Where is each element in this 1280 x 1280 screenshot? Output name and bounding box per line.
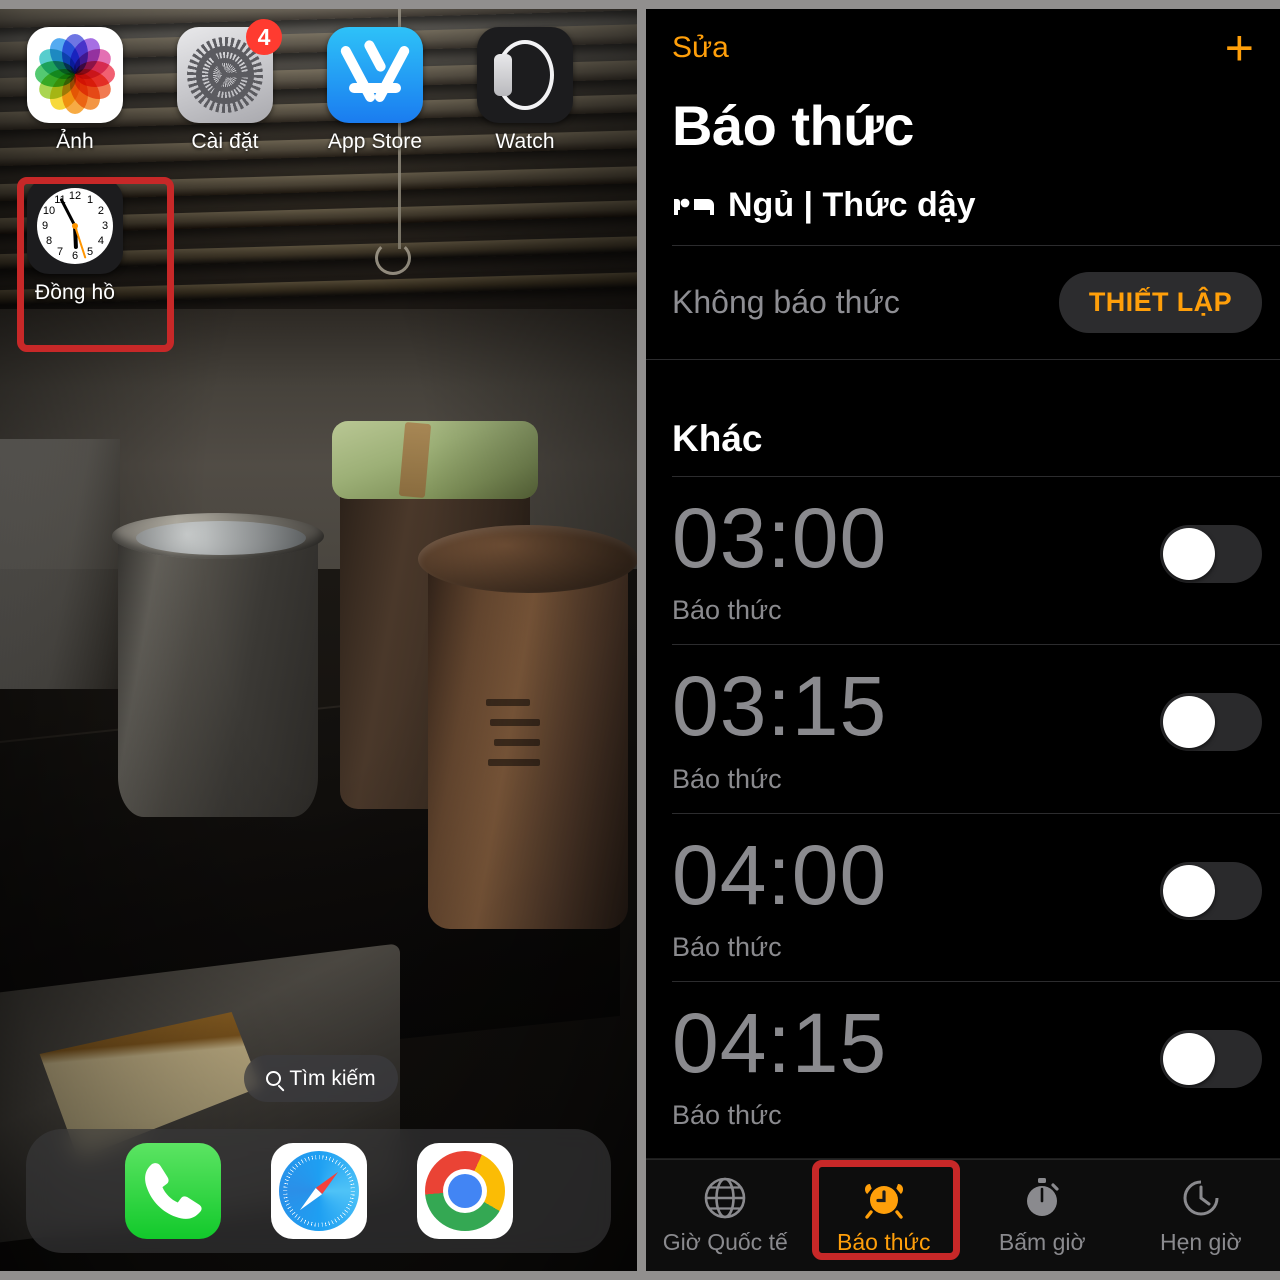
tab-bar: Giờ Quốc tế Báo thức Bấm giờ Hẹn giờ (646, 1159, 1280, 1271)
alarm-label: Báo thức (672, 1100, 782, 1131)
navigation-bar: Sửa + (646, 9, 1280, 87)
tab-label: Báo thức (837, 1229, 931, 1255)
tab-stopwatch[interactable]: Bấm giờ (963, 1160, 1122, 1271)
alarm-label: Báo thức (672, 763, 782, 794)
clock-numeral: 2 (97, 205, 105, 217)
app-label: Watch (495, 130, 555, 153)
clock-numeral: 6 (71, 250, 79, 262)
app-photos[interactable]: Ảnh (0, 27, 150, 154)
section-heading-other: Khác (672, 418, 763, 459)
watch-icon (477, 27, 573, 123)
photos-icon (27, 27, 123, 123)
clock-numeral: 9 (41, 220, 49, 232)
toggle-knob (1163, 1032, 1215, 1085)
tab-world-clock[interactable]: Giờ Quốc tế (646, 1160, 805, 1271)
safari-compass-icon[interactable] (270, 1143, 367, 1239)
app-settings[interactable]: 4 Cài đặt (150, 19, 300, 154)
chrome-icon[interactable] (416, 1143, 513, 1239)
bed-icon (672, 191, 716, 221)
sleep-wake-header: Ngủ | Thức dậy (646, 172, 1280, 245)
edit-button[interactable]: Sửa (672, 31, 729, 65)
alarm-row[interactable]: 03:15 Báo thức (646, 645, 1280, 812)
app-app-store[interactable]: App Store (300, 27, 450, 154)
search-pill[interactable]: Tìm kiếm (244, 1055, 398, 1102)
clock-numeral: 4 (97, 235, 105, 247)
clock-app-alarm-screen: Sửa + Báo thức Ngủ | Thức dậy Không báo … (646, 9, 1280, 1271)
clock-icon: 1 2 3 4 5 6 7 8 9 10 11 12 (27, 178, 123, 274)
search-icon (266, 1071, 282, 1086)
alarm-clock-icon (861, 1175, 907, 1221)
dock (26, 1129, 611, 1253)
gear-spoke (225, 72, 251, 78)
app-label: App Store (327, 130, 423, 153)
tab-timer[interactable]: Hẹn giờ (1122, 1160, 1280, 1271)
alarm-label: Báo thức (672, 931, 782, 962)
alarm-toggle[interactable] (1160, 525, 1262, 583)
stopwatch-icon (1019, 1175, 1065, 1221)
app-watch[interactable]: Watch (450, 27, 600, 154)
alarm-row[interactable]: 03:00 Báo thức (646, 477, 1280, 644)
no-alarm-row: Không báo thức THIẾT LẬP (646, 246, 1280, 359)
tab-label: Bấm giờ (998, 1229, 1086, 1255)
no-alarm-label: Không báo thức (672, 284, 900, 320)
clock-numeral: 10 (42, 205, 56, 217)
app-clock[interactable]: 1 2 3 4 5 6 7 8 9 10 11 12 Đồng hồ (0, 178, 150, 305)
clock-numeral: 7 (56, 245, 64, 258)
setup-button[interactable]: THIẾT LẬP (1058, 272, 1262, 333)
tab-alarm[interactable]: Báo thức (805, 1160, 964, 1271)
alarm-row[interactable]: 04:15 Báo thức (646, 982, 1280, 1149)
app-label: Đồng hồ (34, 281, 116, 304)
app-row-2: 1 2 3 4 5 6 7 8 9 10 11 12 Đồng hồ (0, 178, 637, 305)
app-grid: Ảnh 4 Cài đặt App Store Watch 1 2 3 4 5 … (0, 19, 637, 305)
alarm-time: 03:15 (672, 659, 888, 754)
alarm-toggle[interactable] (1160, 861, 1262, 920)
alarm-toggle[interactable] (1160, 693, 1262, 752)
tab-label: Hẹn giờ (1159, 1229, 1242, 1255)
alarm-time: 03:00 (672, 491, 888, 585)
alarm-label: Báo thức (672, 595, 782, 626)
phone-icon[interactable] (124, 1143, 221, 1239)
clock-numeral: 11 (54, 194, 66, 207)
clock-numeral: 5 (86, 245, 94, 258)
clock-numeral: 12 (68, 190, 82, 202)
alarm-row[interactable]: 04:00 Báo thức (646, 814, 1280, 981)
sleep-wake-label: Ngủ | Thức dậy (728, 186, 976, 224)
alarm-time: 04:00 (672, 827, 888, 922)
clock-numeral: 3 (101, 220, 109, 232)
toggle-knob (1163, 696, 1215, 749)
clock-numeral: 1 (86, 194, 94, 207)
globe-icon (702, 1175, 748, 1221)
alarm-time: 04:15 (672, 995, 888, 1090)
toggle-knob (1163, 864, 1215, 917)
clock-numeral: 8 (45, 235, 53, 247)
screenshot-root: Ảnh 4 Cài đặt App Store Watch 1 2 3 4 5 … (0, 0, 1280, 1280)
toggle-knob (1163, 528, 1215, 580)
notification-badge: 4 (246, 19, 282, 55)
iphone-home-screen: Ảnh 4 Cài đặt App Store Watch 1 2 3 4 5 … (0, 9, 637, 1271)
app-label: Cài đặt (191, 130, 259, 153)
timer-icon (1178, 1175, 1224, 1221)
app-label: Ảnh (56, 130, 94, 153)
app-row-1: Ảnh 4 Cài đặt App Store Watch (0, 19, 637, 154)
alarm-list: 03:00 Báo thức 03:15 Báo thức 04:00 Báo thức 0… (646, 476, 1280, 1149)
search-label: Tìm kiếm (289, 1066, 376, 1090)
add-alarm-button[interactable]: + (1225, 23, 1254, 73)
page-title: Báo thức (672, 94, 914, 157)
alarm-toggle[interactable] (1160, 1029, 1262, 1088)
app-store-icon (327, 27, 423, 123)
tab-label: Giờ Quốc tế (662, 1229, 788, 1255)
